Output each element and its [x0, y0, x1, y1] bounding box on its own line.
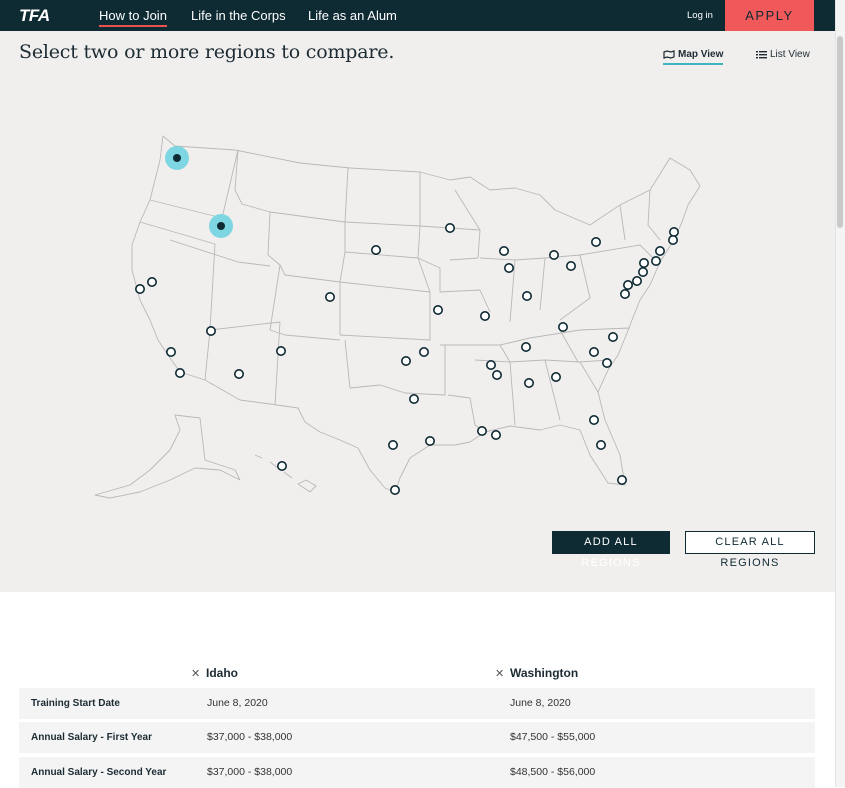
region-marker[interactable] — [616, 474, 627, 485]
region-marker[interactable] — [479, 310, 490, 321]
region-marker[interactable] — [601, 357, 612, 368]
remove-washington-icon[interactable]: ✕ — [495, 667, 504, 680]
region-marker[interactable] — [490, 429, 501, 440]
clear-all-regions-button[interactable]: CLEAR ALL REGIONS — [685, 531, 815, 569]
scrollbar-thumb[interactable] — [837, 36, 843, 228]
region-marker[interactable] — [595, 439, 606, 450]
region-marker[interactable] — [175, 367, 186, 378]
region-marker[interactable] — [324, 291, 335, 302]
table-row: Annual Salary - First Year $37,000 - $38… — [19, 722, 815, 753]
region-marker[interactable] — [590, 237, 601, 248]
region-marker[interactable] — [588, 346, 599, 357]
row-label: Annual Salary - Second Year — [31, 767, 167, 778]
region-marker[interactable] — [619, 288, 630, 299]
region-marker[interactable] — [654, 246, 665, 257]
region-marker[interactable] — [637, 266, 648, 277]
region-marker[interactable] — [408, 393, 419, 404]
region-marker[interactable] — [588, 414, 599, 425]
region-marker[interactable] — [622, 279, 633, 290]
compare-column-washington: Washington — [510, 666, 579, 680]
add-all-regions-button[interactable]: ADD ALL REGIONS — [552, 531, 670, 569]
row-value-idaho: $37,000 - $38,000 — [207, 731, 293, 743]
region-marker[interactable] — [400, 355, 411, 366]
region-marker[interactable] — [650, 255, 661, 266]
region-marker[interactable] — [503, 262, 514, 273]
selected-region-marker[interactable] — [173, 154, 181, 162]
row-value-idaho: June 8, 2020 — [207, 697, 268, 709]
map-markers-layer — [135, 146, 679, 495]
region-marker[interactable] — [276, 460, 287, 471]
region-marker[interactable] — [523, 377, 534, 388]
region-marker[interactable] — [476, 425, 487, 436]
region-marker[interactable] — [548, 250, 559, 261]
region-marker[interactable] — [147, 276, 158, 287]
region-marker[interactable] — [557, 321, 568, 332]
region-marker[interactable] — [521, 290, 532, 301]
region-marker[interactable] — [135, 283, 146, 294]
region-marker[interactable] — [166, 346, 177, 357]
region-marker[interactable] — [498, 246, 509, 257]
region-marker[interactable] — [485, 359, 496, 370]
row-label: Annual Salary - First Year — [31, 732, 152, 743]
row-value-washington: $48,500 - $56,000 — [510, 766, 596, 778]
region-marker[interactable] — [206, 325, 217, 336]
region-marker[interactable] — [234, 368, 245, 379]
region-marker[interactable] — [491, 369, 502, 380]
region-marker[interactable] — [389, 484, 400, 495]
region-marker[interactable] — [370, 245, 381, 256]
compare-column-idaho: Idaho — [206, 666, 238, 680]
region-marker[interactable] — [387, 439, 398, 450]
table-row: Annual Salary - Second Year $37,000 - $3… — [19, 757, 815, 788]
table-row: Training Start Date June 8, 2020 June 8,… — [19, 688, 815, 719]
region-marker[interactable] — [565, 260, 576, 271]
row-value-washington: June 8, 2020 — [510, 697, 571, 709]
region-marker[interactable] — [418, 346, 429, 357]
region-marker[interactable] — [550, 371, 561, 382]
region-marker[interactable] — [520, 341, 531, 352]
remove-idaho-icon[interactable]: ✕ — [191, 667, 200, 680]
region-marker[interactable] — [432, 304, 443, 315]
region-marker[interactable] — [275, 345, 286, 356]
row-label: Training Start Date — [31, 698, 120, 709]
region-marker[interactable] — [667, 235, 678, 246]
region-marker[interactable] — [607, 331, 618, 342]
region-marker[interactable] — [668, 227, 679, 238]
region-marker[interactable] — [444, 223, 455, 234]
region-marker[interactable] — [631, 275, 642, 286]
region-marker[interactable] — [638, 257, 649, 268]
region-marker[interactable] — [424, 435, 435, 446]
selected-region-marker[interactable] — [217, 222, 225, 230]
row-value-idaho: $37,000 - $38,000 — [207, 766, 293, 778]
row-value-washington: $47,500 - $55,000 — [510, 731, 596, 743]
